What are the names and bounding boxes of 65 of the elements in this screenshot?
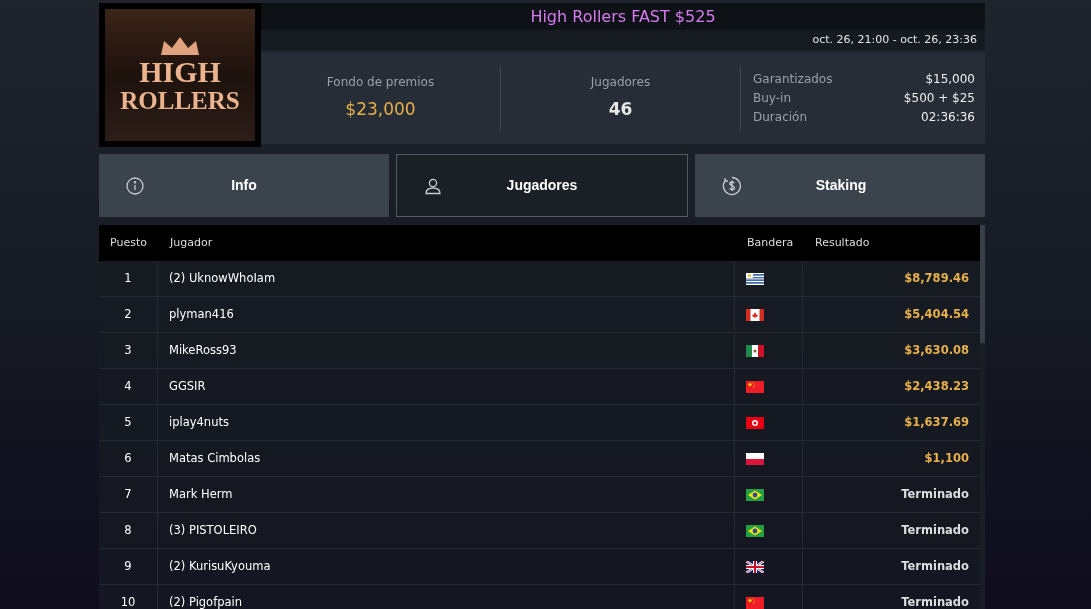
detail-label: Duración	[753, 109, 807, 125]
flag-icon	[746, 272, 764, 285]
crown-icon	[158, 35, 202, 57]
position-cell-text: 1	[124, 269, 132, 287]
result-cell-text: Terminado	[901, 485, 969, 503]
detail-label: Garantizados	[753, 71, 833, 87]
position-cell-text: 8	[124, 521, 132, 539]
player-name: Matas Cimbolas	[169, 449, 261, 467]
flag-icon	[746, 308, 764, 321]
flag-icon	[746, 560, 764, 573]
tab[interactable]: Jugadores	[396, 154, 688, 217]
result-cell-text: $5,404.54	[904, 305, 969, 323]
user-icon	[424, 176, 442, 195]
player-name: (2) KurisuKyouma	[169, 557, 271, 575]
position-cell-text: 2	[124, 305, 132, 323]
flag-icon	[746, 344, 764, 357]
position-cell: 10	[120, 593, 136, 609]
column-header: Jugador	[168, 234, 214, 251]
position-cell-text: 3	[124, 341, 132, 359]
result-cell: Terminado	[901, 593, 969, 609]
dollar-coin-icon	[722, 175, 742, 196]
column-header: Bandera	[746, 234, 795, 251]
detail-label: Buy-in	[753, 90, 791, 106]
detail-value: 02:36:36	[921, 109, 975, 125]
player-name: plyman416	[169, 305, 234, 323]
result-cell-text: $2,438.23	[904, 377, 969, 395]
position-cell-text: 6	[124, 449, 132, 467]
column-header: Puesto	[109, 234, 148, 251]
player-name: iplay4nuts	[169, 413, 229, 431]
column-header: Resultado	[814, 234, 871, 251]
player-name: MikeRoss93	[169, 341, 237, 359]
position-cell-text: 9	[124, 557, 132, 575]
player-name: (2) UknowWhoIam	[169, 269, 276, 287]
stat-label: Jugadores	[590, 74, 651, 92]
flag-icon	[746, 416, 764, 429]
date-range: oct. 26, 21:00 - oct. 26, 23:36	[812, 31, 977, 48]
player-name: (3) PISTOLEIRO	[169, 521, 257, 539]
detail-value: $500 + $25	[903, 90, 975, 106]
info-icon	[126, 176, 144, 195]
result-cell-text: Terminado	[901, 521, 969, 539]
stat-label: Fondo de premios	[326, 74, 435, 92]
player-name: GGSIR	[169, 377, 206, 395]
stat-value: 46	[608, 98, 633, 122]
tournament-title: High Rollers FAST $525	[530, 5, 716, 28]
player-name: (2) Pigofpain	[169, 593, 243, 609]
flag-icon	[746, 488, 764, 501]
flag-icon	[746, 452, 764, 465]
result-cell-text: $3,630.08	[904, 341, 969, 359]
detail-value: $15,000	[925, 71, 975, 87]
tab[interactable]: Info	[99, 154, 389, 217]
result-cell-text: $1,100	[924, 449, 969, 467]
stat-value: $23,000	[345, 98, 416, 122]
player-name: Mark Herm	[169, 485, 233, 503]
position-cell-text: 4	[124, 377, 132, 395]
tab[interactable]: Staking	[695, 154, 985, 217]
result-cell-text: $1,637.69	[904, 413, 969, 431]
flag-icon	[746, 380, 764, 393]
flag-icon	[746, 524, 764, 537]
logo-text: HIGH	[139, 57, 221, 87]
position-cell-text: 7	[124, 485, 132, 503]
flag-icon	[746, 596, 764, 609]
result-cell-text: Terminado	[901, 557, 969, 575]
result-cell-text: $8,789.46	[904, 269, 969, 287]
position-cell-text: 5	[124, 413, 132, 431]
logo-text: ROLLERS	[120, 87, 240, 115]
